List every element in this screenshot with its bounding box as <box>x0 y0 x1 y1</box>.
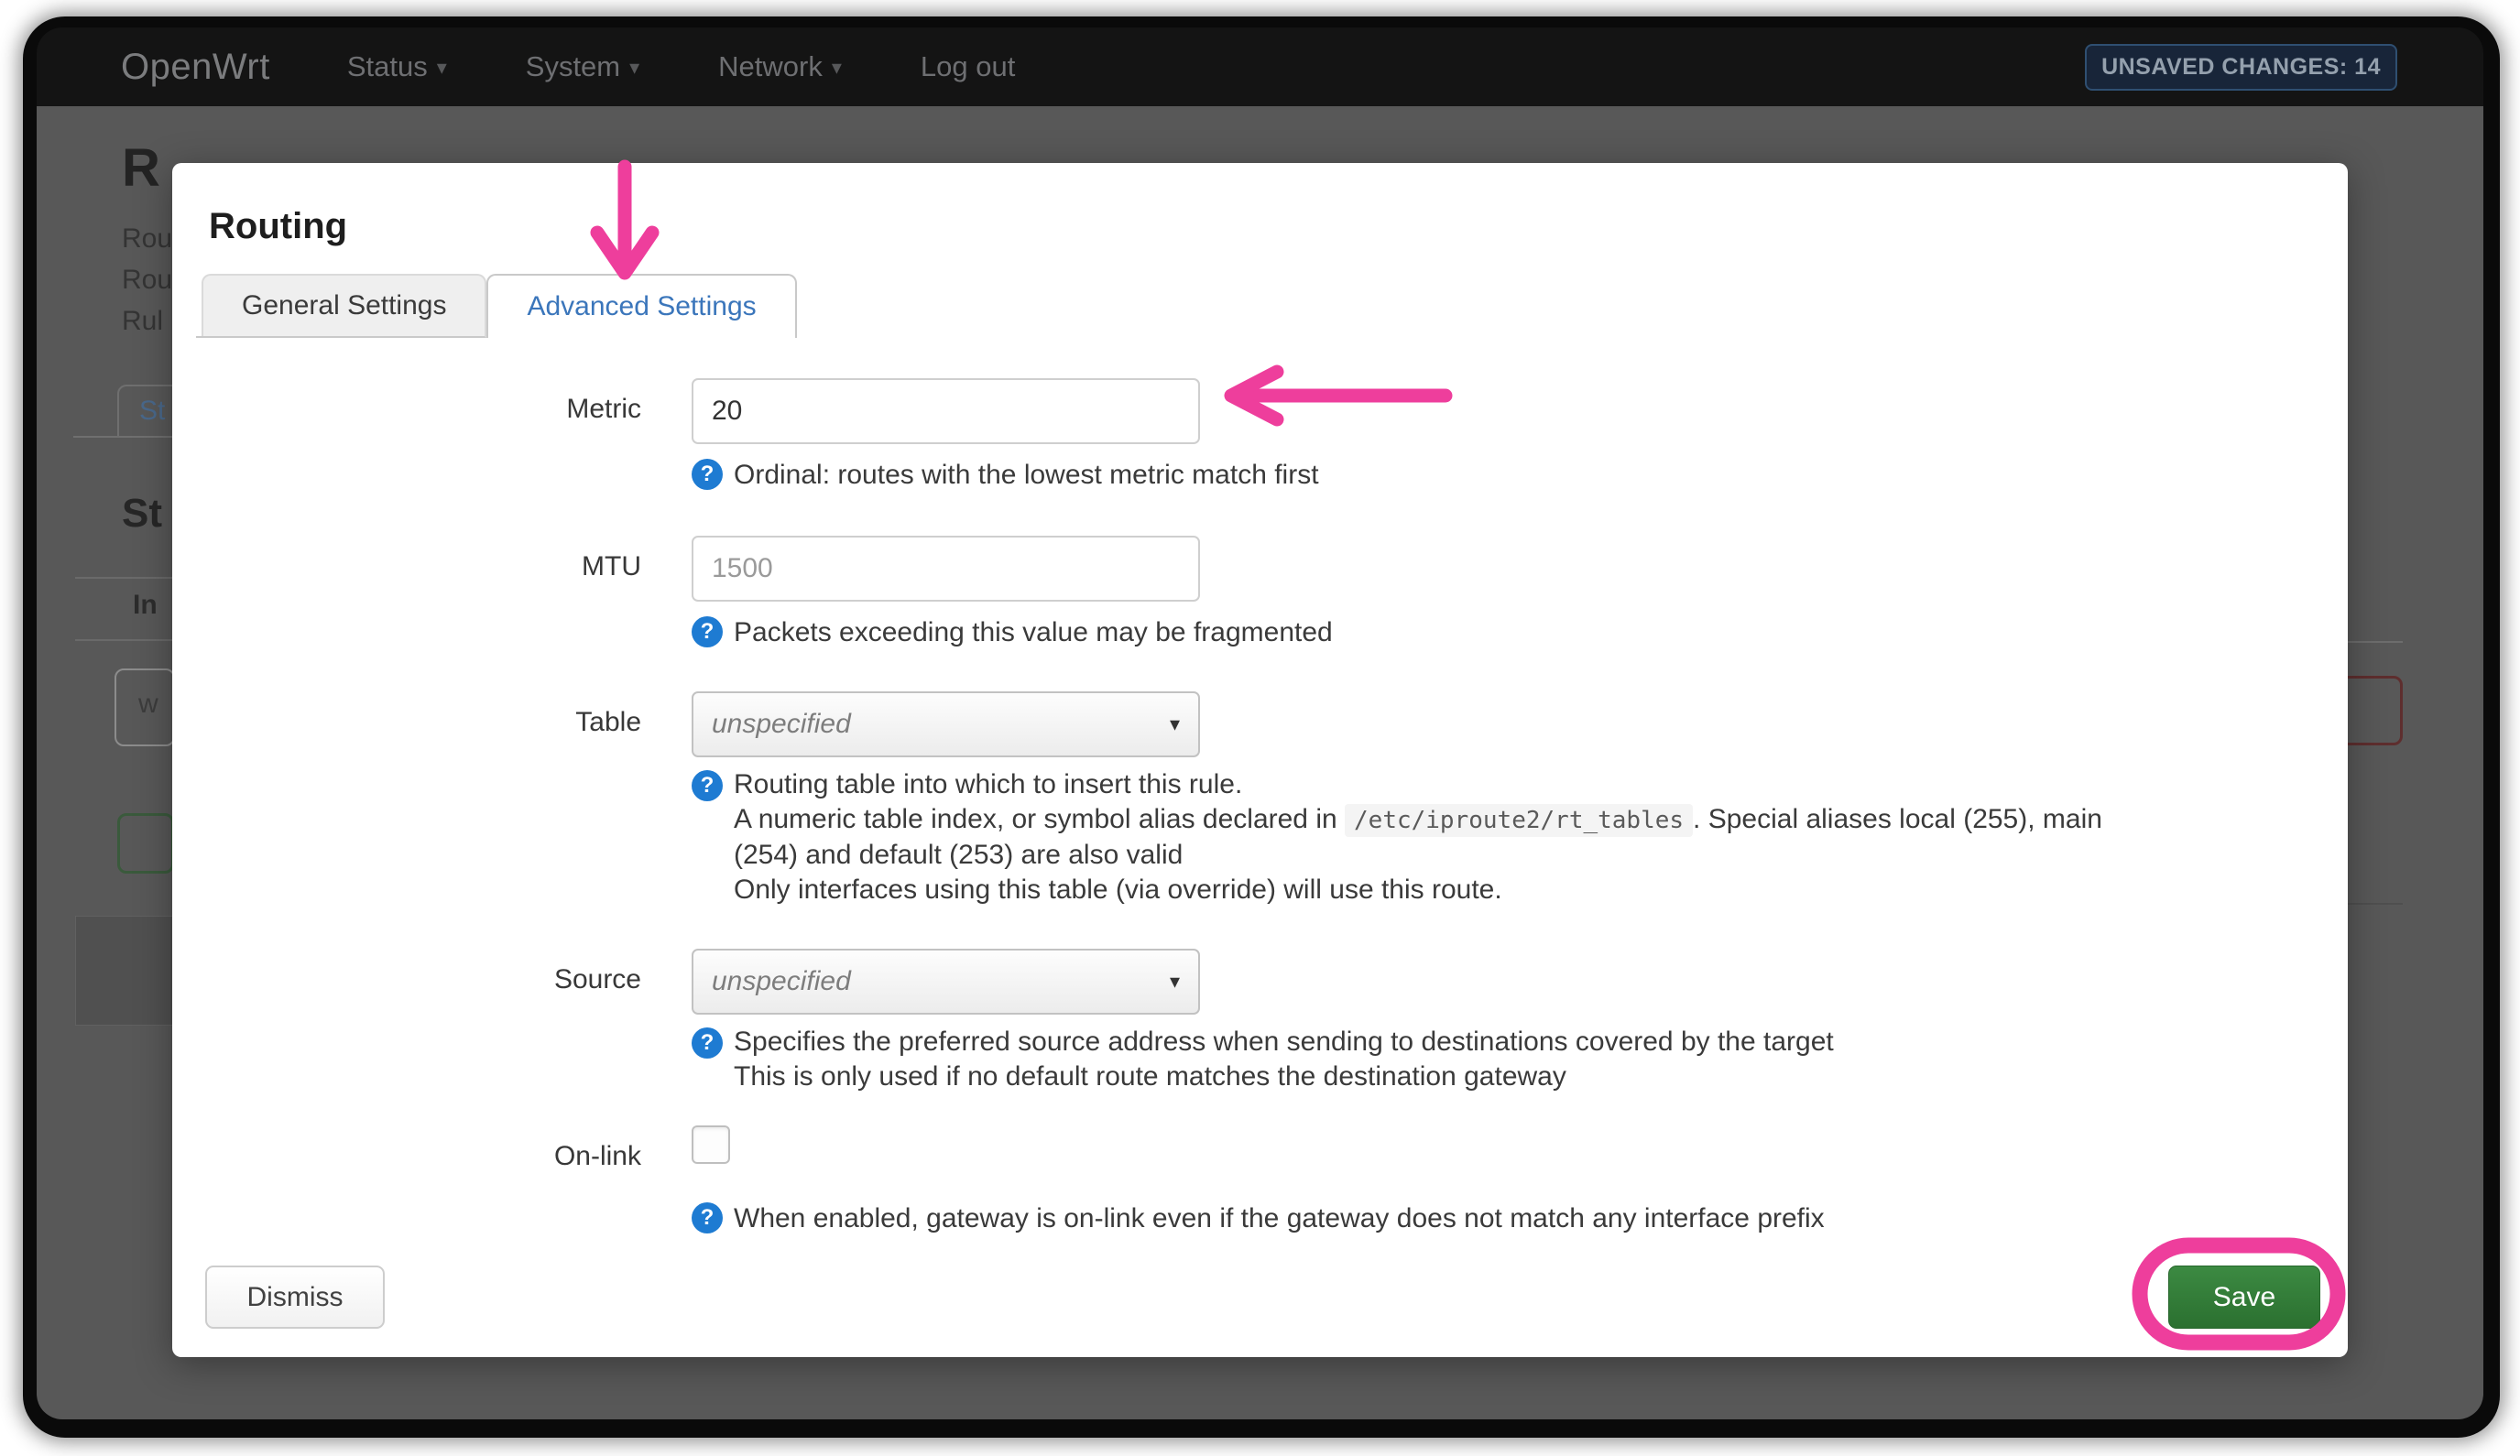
help-icon: ? <box>692 1202 723 1233</box>
intro-line: Rul <box>122 300 172 342</box>
table-help-line3: Only interfaces using this table (via ov… <box>734 873 2320 907</box>
nav-item-logout[interactable]: Log out <box>921 50 1015 83</box>
table-header-fragment: In <box>133 590 158 621</box>
onlink-row: On-link ?When enabled, gateway is on-lin… <box>205 1125 2320 1238</box>
table-help-line2: A numeric table index, or symbol alias d… <box>734 802 2320 838</box>
section-heading-fragment: St <box>122 491 162 537</box>
background-input-fragment[interactable]: w <box>115 668 175 746</box>
background-panel-fragment <box>75 916 174 1026</box>
background-green-button-fragment[interactable] <box>117 813 174 874</box>
background-right-border <box>2348 641 2403 643</box>
nav-item-status[interactable]: Status▾ <box>347 50 447 83</box>
chevron-down-icon: ▾ <box>437 56 447 79</box>
code-path: /etc/iproute2/rt_tables <box>1345 804 1693 837</box>
metric-label: Metric <box>205 378 692 494</box>
source-help: ? Specifies the preferred source address… <box>692 1025 2320 1094</box>
table-help: ? Routing table into which to insert thi… <box>692 767 2320 907</box>
modal-tabs: General Settings Advanced Settings <box>205 274 2320 338</box>
table-border-bottom <box>75 639 172 641</box>
dismiss-button[interactable]: Dismiss <box>205 1266 385 1329</box>
intro-line: Rou <box>122 218 172 259</box>
modal-form: Metric ?Ordinal: routes with the lowest … <box>205 378 2320 1238</box>
source-help-line1: Specifies the preferred source address w… <box>734 1025 2320 1059</box>
metric-help: ?Ordinal: routes with the lowest metric … <box>692 456 2320 494</box>
page-title-fragment: R <box>122 137 160 199</box>
source-select[interactable]: unspecified ▾ <box>692 949 1200 1015</box>
onlink-checkbox[interactable] <box>692 1125 730 1164</box>
table-row: Table unspecified ▾ ? Routing table into… <box>205 691 2320 907</box>
chevron-down-icon: ▾ <box>629 56 639 79</box>
top-navbar: OpenWrt Status▾ System▾ Network▾ Log out… <box>37 27 2483 106</box>
select-caret-icon: ▾ <box>1170 712 1180 736</box>
intro-line: Rou <box>122 259 172 300</box>
nav-item-system[interactable]: System▾ <box>526 50 639 83</box>
source-help-line2: This is only used if no default route ma… <box>734 1059 2320 1094</box>
chevron-down-icon: ▾ <box>832 56 842 79</box>
help-icon: ? <box>692 616 723 647</box>
source-label: Source <box>205 949 692 1094</box>
help-icon: ? <box>692 770 723 801</box>
mtu-row: MTU ?Packets exceeding this value may be… <box>205 536 2320 652</box>
mtu-input[interactable] <box>692 536 1200 602</box>
onlink-label: On-link <box>205 1125 692 1238</box>
table-label: Table <box>205 691 692 907</box>
brand-logo: OpenWrt <box>121 47 270 88</box>
metric-input[interactable] <box>692 378 1200 444</box>
background-right-border <box>2348 903 2403 905</box>
tab-advanced-settings[interactable]: Advanced Settings <box>486 274 796 338</box>
background-tab-border <box>73 436 117 438</box>
table-border-top <box>75 577 172 579</box>
table-help-line2b: (254) and default (253) are also valid <box>734 838 2320 873</box>
select-caret-icon: ▾ <box>1170 970 1180 994</box>
unsaved-changes-badge[interactable]: UNSAVED CHANGES: 14 <box>2085 44 2397 91</box>
table-select[interactable]: unspecified ▾ <box>692 691 1200 757</box>
save-button[interactable]: Save <box>2168 1266 2320 1329</box>
help-icon: ? <box>692 1027 723 1059</box>
mtu-label: MTU <box>205 536 692 652</box>
modal-footer: Dismiss Save <box>205 1266 2320 1329</box>
onlink-help: ?When enabled, gateway is on-link even i… <box>692 1200 2320 1238</box>
source-row: Source unspecified ▾ ? Specifies the pre… <box>205 949 2320 1094</box>
background-tab-fragment[interactable]: St <box>117 385 176 438</box>
modal-title: Routing <box>209 205 2320 248</box>
metric-row: Metric ?Ordinal: routes with the lowest … <box>205 378 2320 494</box>
page-intro-fragment: Rou Rou Rul <box>122 218 172 342</box>
nav-item-network[interactable]: Network▾ <box>718 50 842 83</box>
routing-modal-dialog: Routing General Settings Advanced Settin… <box>172 163 2348 1357</box>
help-icon: ? <box>692 459 723 490</box>
tab-general-settings[interactable]: General Settings <box>202 274 486 338</box>
mtu-help: ?Packets exceeding this value may be fra… <box>692 614 2320 652</box>
tabs-underline <box>196 336 476 338</box>
table-help-line1: Routing table into which to insert this … <box>734 767 2320 802</box>
